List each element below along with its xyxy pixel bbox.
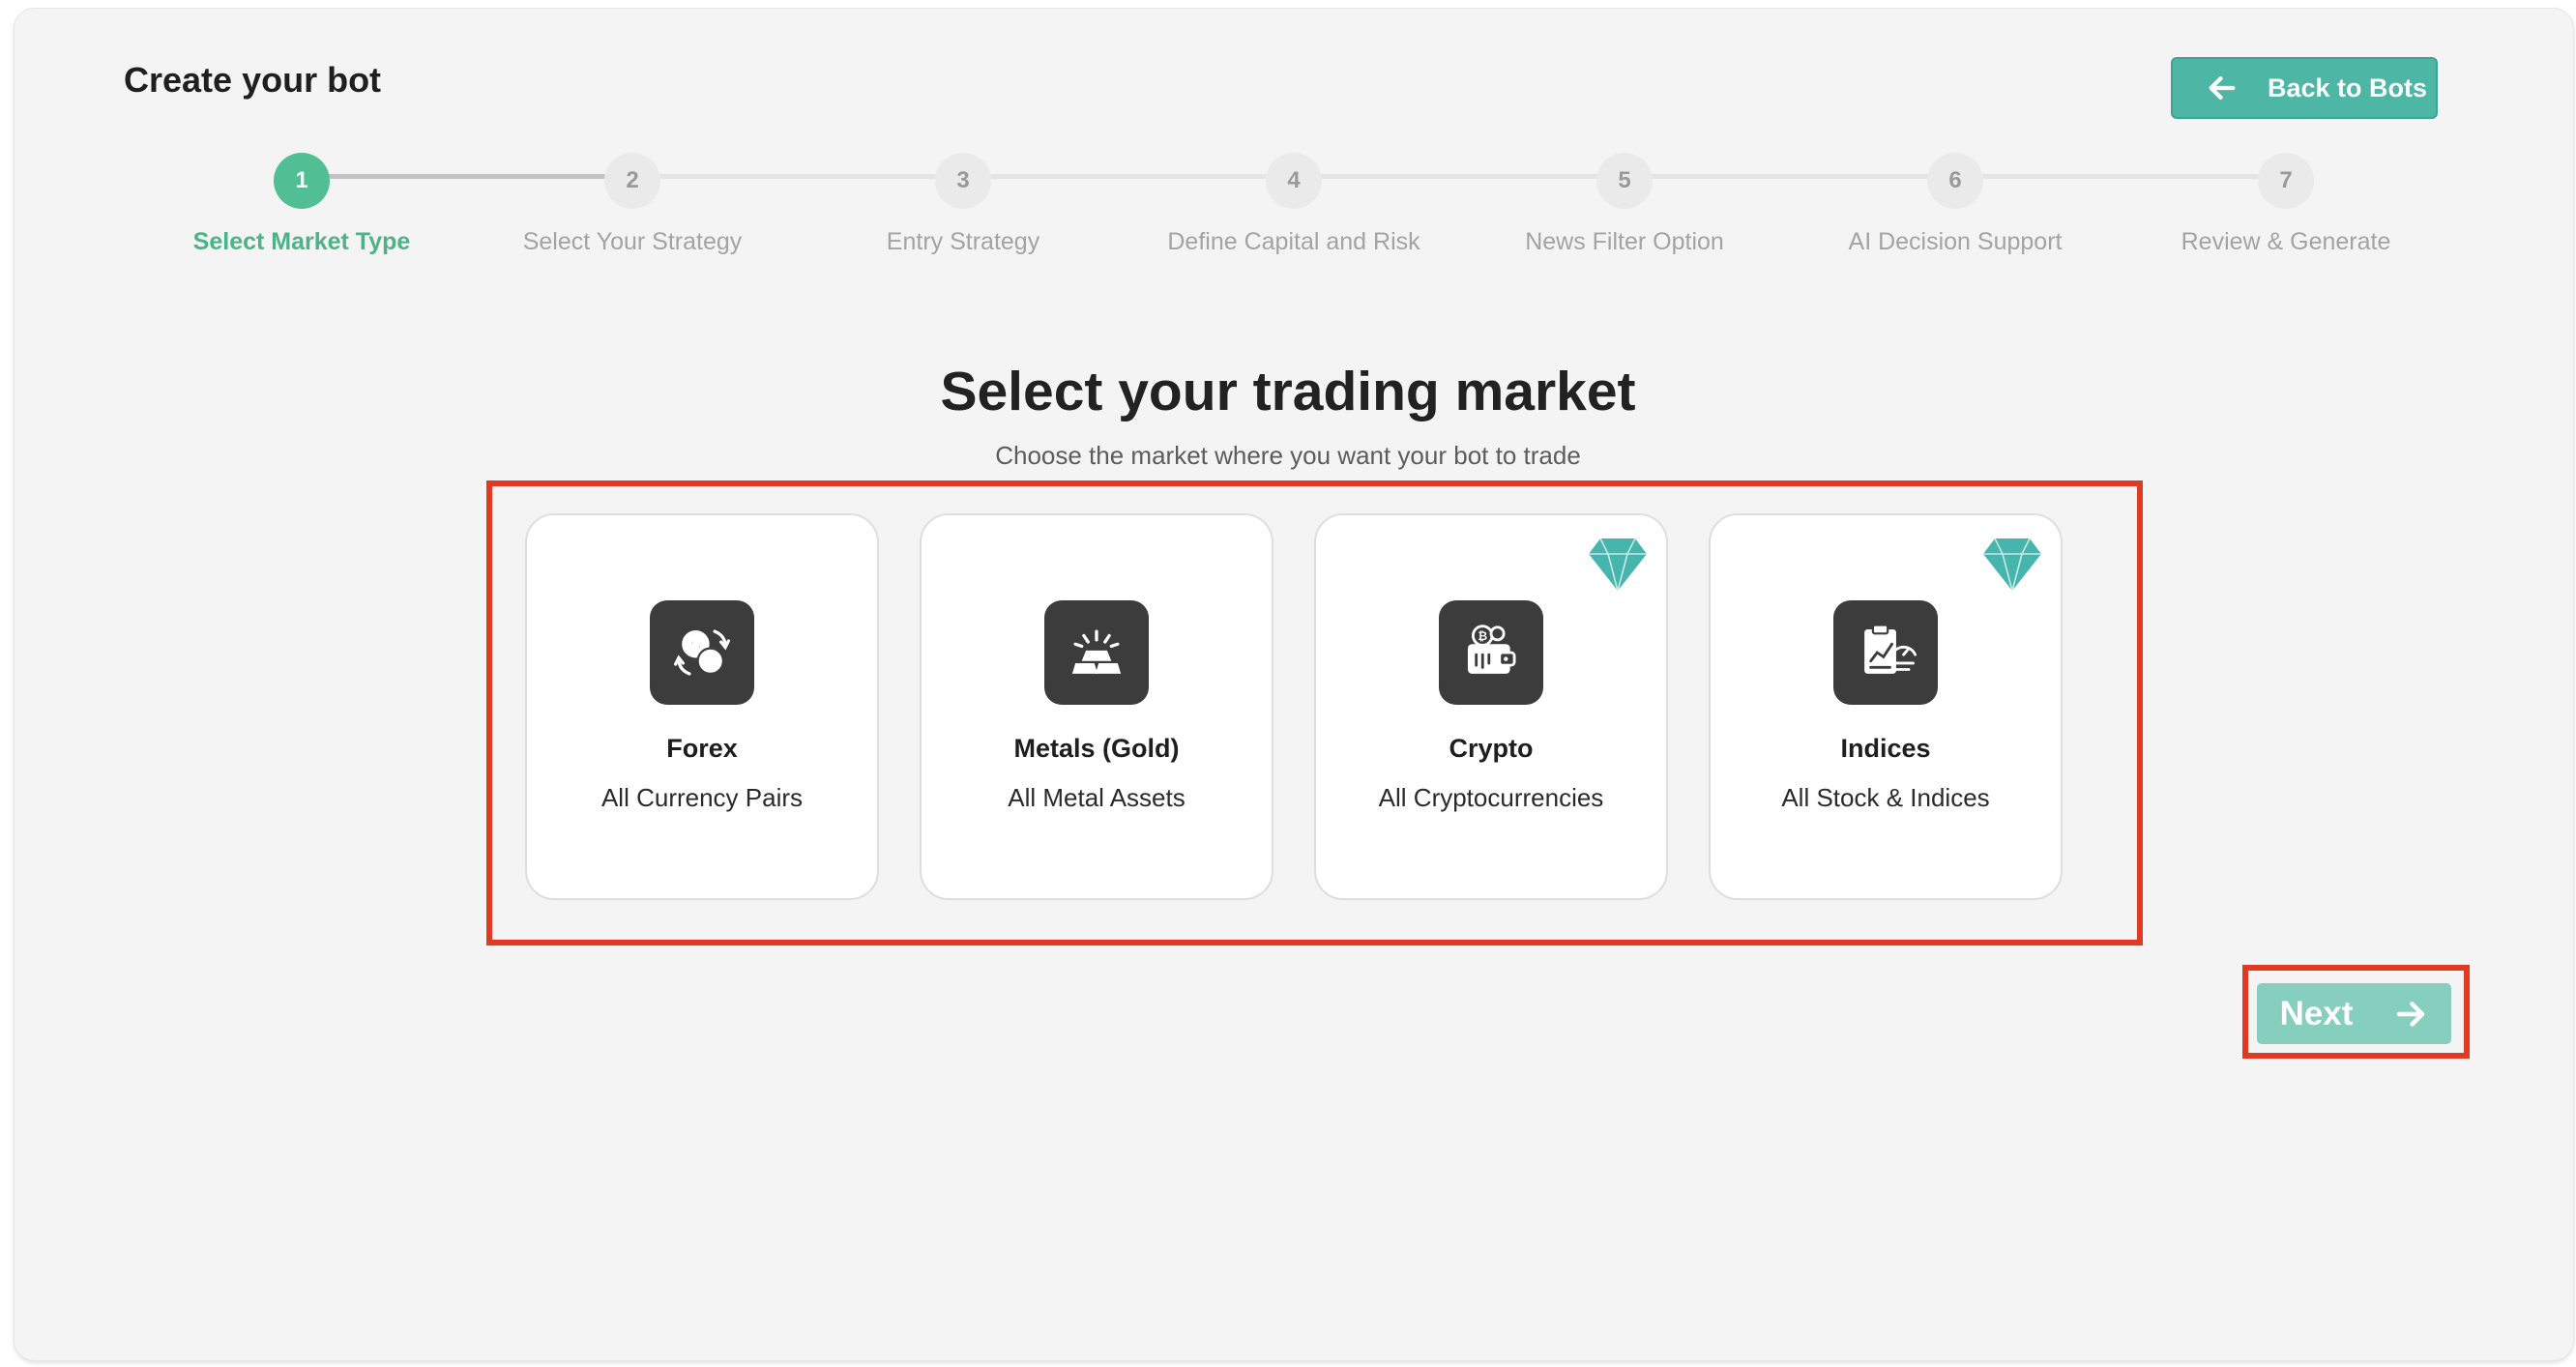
currency-exchange-icon: $ €	[650, 600, 754, 705]
market-subtitle: All Metal Assets	[1008, 783, 1186, 812]
premium-diamond-icon	[1983, 538, 2041, 593]
market-title: Metals (Gold)	[1013, 734, 1180, 763]
market-card-forex[interactable]: $ € Forex All Currency Pairs	[525, 513, 879, 900]
step-7[interactable]: 7 Review & Generate	[2122, 153, 2450, 256]
market-card-indices[interactable]: Indices All Stock & Indices	[1709, 513, 2063, 900]
step-number: 2	[604, 153, 660, 209]
arrow-left-icon	[2209, 75, 2236, 101]
arrow-right-icon	[2397, 1001, 2425, 1027]
market-subtitle: All Stock & Indices	[1781, 783, 1990, 812]
step-number: 3	[935, 153, 991, 209]
market-subtitle: All Currency Pairs	[600, 783, 804, 812]
back-to-bots-label: Back to Bots	[2268, 73, 2428, 102]
step-number: 7	[2258, 153, 2314, 209]
page-title: Create your bot	[124, 60, 382, 100]
step-3[interactable]: 3 Entry Strategy	[799, 153, 1127, 256]
step-label: AI Decision Support	[1848, 228, 2063, 255]
step-4[interactable]: 4 Define Capital and Risk	[1129, 153, 1458, 256]
step-label: Select Market Type	[192, 228, 411, 255]
step-2[interactable]: 2 Select Your Strategy	[468, 153, 797, 256]
step-label: Select Your Strategy	[522, 228, 743, 255]
market-title: Forex	[666, 734, 738, 763]
market-subtitle: All Cryptocurrencies	[1378, 783, 1604, 812]
section-subtitle: Choose the market where you want your bo…	[995, 441, 1581, 470]
step-label: Entry Strategy	[886, 228, 1040, 255]
step-number: 5	[1596, 153, 1653, 209]
gold-bars-icon	[1044, 600, 1149, 705]
premium-diamond-icon	[1589, 538, 1647, 593]
step-6[interactable]: 6 AI Decision Support	[1791, 153, 2120, 256]
market-title: Crypto	[1449, 734, 1534, 763]
step-1[interactable]: 1 Select Market Type	[137, 153, 466, 256]
stock-report-icon	[1833, 600, 1938, 705]
crypto-wallet-icon: ₿	[1439, 600, 1543, 705]
market-card-crypto[interactable]: ₿ Crypto All Cryptocurrencies	[1314, 513, 1668, 900]
market-title: Indices	[1840, 734, 1931, 763]
step-label: Define Capital and Risk	[1167, 228, 1420, 255]
market-card-metals[interactable]: Metals (Gold) All Metal Assets	[920, 513, 1273, 900]
step-number: 1	[274, 153, 330, 209]
back-to-bots-button[interactable]: Back to Bots	[2171, 57, 2438, 119]
next-button[interactable]: Next	[2257, 983, 2451, 1044]
next-label: Next	[2279, 994, 2354, 1033]
svg-text:€: €	[704, 653, 717, 672]
svg-text:₿: ₿	[1478, 629, 1487, 643]
step-label: News Filter Option	[1525, 228, 1724, 255]
step-5[interactable]: 5 News Filter Option	[1460, 153, 1789, 256]
step-number: 4	[1266, 153, 1322, 209]
step-label: Review & Generate	[2181, 228, 2391, 255]
step-number: 6	[1927, 153, 1983, 209]
section-title: Select your trading market	[940, 361, 1636, 422]
